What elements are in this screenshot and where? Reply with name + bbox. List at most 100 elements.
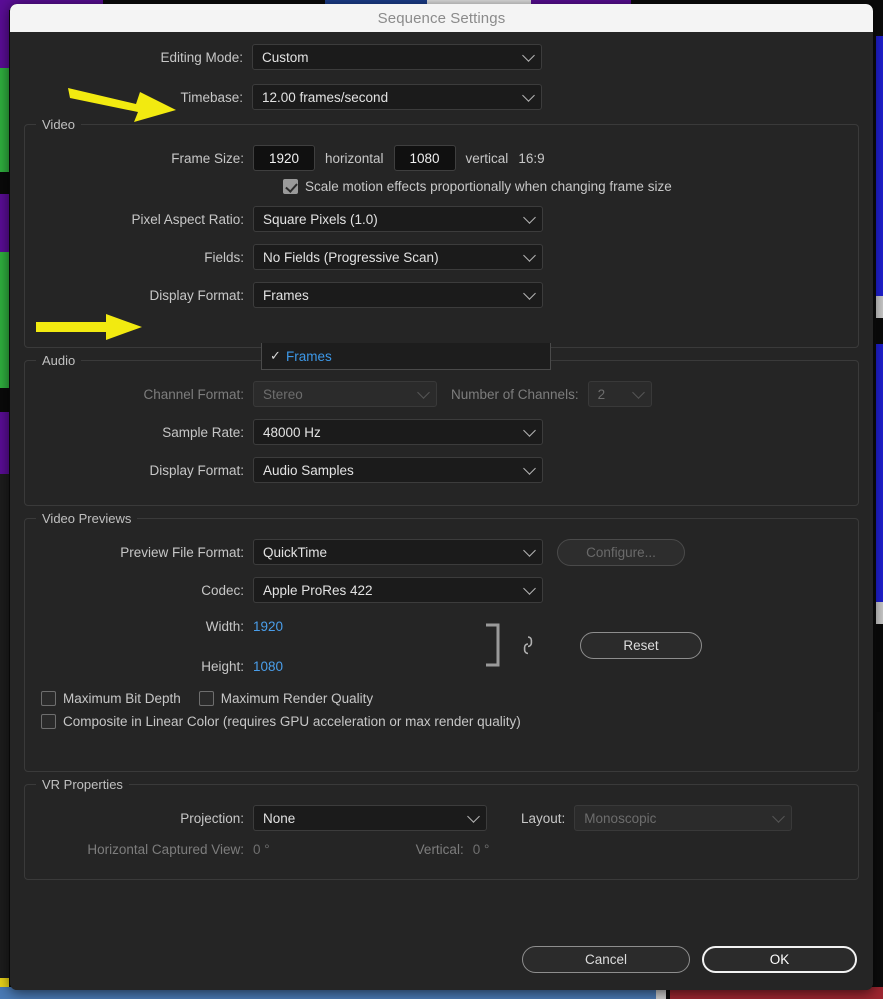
clip-left-yellow <box>0 978 9 987</box>
channel-format-select: Stereo <box>253 381 437 407</box>
horizontal-captured-view-label: Horizontal Captured View: <box>87 841 244 857</box>
frame-width-input[interactable]: 1920 <box>253 145 315 171</box>
fields-row: Fields: No Fields (Progressive Scan) <box>39 242 844 272</box>
reset-button[interactable]: Reset <box>580 632 702 659</box>
preview-height-row: Height: 1080 <box>39 653 844 679</box>
preview-height-value[interactable]: 1080 <box>253 659 283 674</box>
layout-select: Monoscopic <box>574 805 793 831</box>
audio-display-format-row: Display Format: Audio Samples <box>39 455 844 485</box>
pixel-aspect-row: Pixel Aspect Ratio: Square Pixels (1.0) <box>39 204 844 234</box>
video-display-format-row: Display Format: Frames <box>39 280 844 310</box>
scale-motion-label: Scale motion effects proportionally when… <box>305 179 672 194</box>
ok-button[interactable]: OK <box>702 945 857 973</box>
chevron-down-icon <box>417 386 430 399</box>
configure-button: Configure... <box>557 538 685 566</box>
vr-properties-legend: VR Properties <box>36 777 129 792</box>
preview-height-label: Height: <box>201 658 244 674</box>
sample-rate-label: Sample Rate: <box>162 424 244 440</box>
frame-size-label: Frame Size: <box>171 150 244 166</box>
frame-height-input[interactable]: 1080 <box>393 145 456 171</box>
chevron-down-icon <box>522 49 535 62</box>
horizontal-label: horizontal <box>325 150 384 166</box>
frame-size-row: Frame Size: 1920 horizontal 1080 vertica… <box>39 143 844 173</box>
dimension-bracket-icon <box>486 623 500 667</box>
editing-mode-select[interactable]: Custom <box>252 44 542 70</box>
video-previews-legend: Video Previews <box>36 511 138 526</box>
sample-rate-value: 48000 Hz <box>263 424 321 440</box>
dialog-titlebar: Sequence Settings <box>10 4 873 32</box>
dialog-footer: Cancel OK <box>10 928 873 990</box>
chevron-down-icon <box>523 462 536 475</box>
clip-right-gray-2 <box>876 602 883 624</box>
codec-label: Codec: <box>201 582 244 598</box>
link-chain-icon[interactable] <box>520 634 536 656</box>
editing-mode-label: Editing Mode: <box>160 49 243 65</box>
horizontal-captured-view-value: 0 ° <box>253 841 270 857</box>
maximum-render-quality-checkbox[interactable] <box>198 691 214 706</box>
editing-mode-value: Custom <box>262 49 309 65</box>
projection-row: Projection: None Layout: Monoscopic <box>39 803 844 833</box>
preview-width-value[interactable]: 1920 <box>253 619 283 634</box>
clip-right-blue-2 <box>876 344 883 602</box>
audio-display-format-select[interactable]: Audio Samples <box>253 457 543 483</box>
audio-group: Audio Channel Format: Stereo Number of C… <box>24 353 859 506</box>
clip-right-black-2 <box>876 624 883 712</box>
editing-mode-row: Editing Mode: Custom <box>24 42 859 72</box>
pixel-aspect-select[interactable]: Square Pixels (1.0) <box>253 206 543 232</box>
video-display-format-value: Frames <box>263 287 309 303</box>
composite-linear-color-label: Composite in Linear Color (requires GPU … <box>63 714 521 729</box>
preview-file-format-select[interactable]: QuickTime <box>253 539 543 565</box>
codec-select[interactable]: Apple ProRes 422 <box>253 577 543 603</box>
codec-value: Apple ProRes 422 <box>263 582 373 598</box>
vr-properties-group: VR Properties Projection: None Layout: M… <box>24 777 859 880</box>
cancel-button[interactable]: Cancel <box>522 945 690 973</box>
fields-select[interactable]: No Fields (Progressive Scan) <box>253 244 543 270</box>
vertical-captured-label: Vertical: <box>415 841 464 857</box>
fields-value: No Fields (Progressive Scan) <box>263 249 439 265</box>
preview-width-label: Width: <box>205 618 244 634</box>
number-of-channels-select: 2 <box>587 381 652 407</box>
maximum-bit-depth-label: Maximum Bit Depth <box>63 691 181 706</box>
vertical-label: vertical <box>465 150 509 166</box>
clip-left-black-1 <box>0 172 9 194</box>
chevron-down-icon <box>631 386 645 399</box>
timebase-select[interactable]: 12.00 frames/second <box>252 84 542 110</box>
clip-left-green-2 <box>0 252 9 388</box>
frame-width-value: 1920 <box>268 150 300 166</box>
maximum-render-quality-label: Maximum Render Quality <box>220 691 374 706</box>
dropdown-item-label: Frames <box>286 348 332 364</box>
preview-file-format-value: QuickTime <box>263 544 328 560</box>
clip-left-purple-3 <box>0 412 9 474</box>
composite-linear-color-checkbox[interactable] <box>41 714 56 729</box>
sample-rate-select[interactable]: 48000 Hz <box>253 419 543 445</box>
projection-label: Projection: <box>180 810 244 826</box>
clip-right-blue-1 <box>876 36 883 296</box>
timebase-value: 12.00 frames/second <box>262 89 389 105</box>
display-format-dropdown-menu[interactable]: ✓ Frames <box>261 343 551 370</box>
projection-select[interactable]: None <box>253 805 487 831</box>
scale-motion-row[interactable]: Scale motion effects proportionally when… <box>283 179 844 194</box>
pixel-aspect-value: Square Pixels (1.0) <box>263 211 378 227</box>
video-previews-group: Video Previews Preview File Format: Quic… <box>24 511 859 772</box>
preview-width-row: Width: 1920 <box>39 613 844 639</box>
number-of-channels-value: 2 <box>597 386 606 402</box>
video-display-format-select[interactable]: Frames <box>253 282 543 308</box>
sample-rate-row: Sample Rate: 48000 Hz <box>39 417 844 447</box>
max-bit-depth-row[interactable]: Maximum Bit Depth Maximum Render Quality <box>41 691 844 706</box>
captured-view-row: Horizontal Captured View: 0 ° Vertical: … <box>39 837 844 861</box>
video-display-format-label: Display Format: <box>149 287 244 303</box>
chevron-down-icon <box>467 810 480 823</box>
audio-display-format-value: Audio Samples <box>263 462 354 478</box>
number-of-channels-label: Number of Channels: <box>451 386 579 402</box>
video-group-legend: Video <box>36 117 82 132</box>
dropdown-item-frames[interactable]: ✓ Frames <box>262 343 550 369</box>
clip-right-gray-1 <box>876 296 883 318</box>
composite-linear-row[interactable]: Composite in Linear Color (requires GPU … <box>41 714 844 729</box>
clip-left-black-2 <box>0 388 9 412</box>
chevron-down-icon <box>772 810 786 823</box>
maximum-bit-depth-checkbox[interactable] <box>41 691 56 706</box>
video-group: Video Frame Size: 1920 horizontal 1080 v… <box>24 117 859 348</box>
scale-motion-checkbox[interactable] <box>283 179 298 194</box>
chevron-down-icon <box>522 89 535 102</box>
projection-value: None <box>263 810 296 826</box>
